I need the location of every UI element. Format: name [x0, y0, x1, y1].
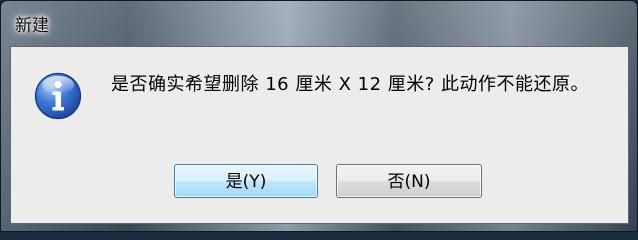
info-icon — [34, 72, 82, 120]
dialog-content: 是否确实希望删除 16 厘米 X 12 厘米? 此动作不能还原。 是(Y) 否(… — [10, 46, 629, 224]
dialog-window: 新建 是否确实希望删除 16 厘米 X 12 厘米? 此动作不能还原。 是(Y) — [0, 0, 638, 232]
dialog-message: 是否确实希望删除 16 厘米 X 12 厘米? 此动作不能还原。 — [111, 74, 590, 95]
window-title: 新建 — [15, 16, 49, 36]
yes-button[interactable]: 是(Y) — [174, 164, 318, 198]
no-button[interactable]: 否(N) — [336, 164, 482, 198]
title-bar[interactable]: 新建 — [1, 1, 637, 45]
